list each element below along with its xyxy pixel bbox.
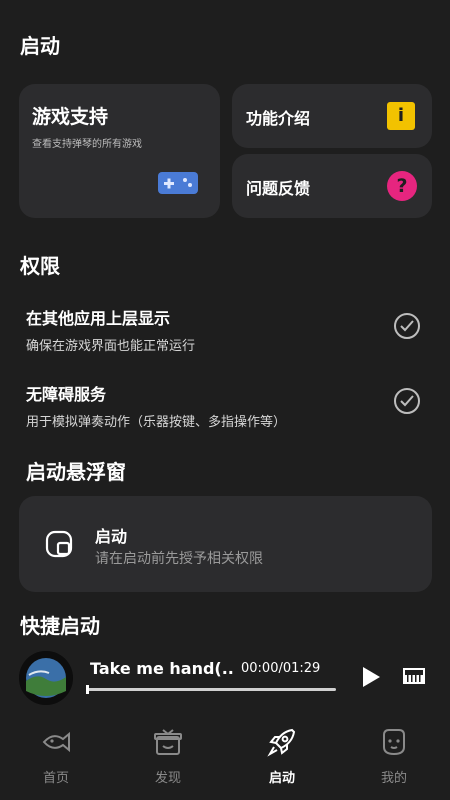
- floating-window-icon: [45, 530, 73, 558]
- nav-label-launch: 启动: [268, 771, 295, 786]
- section-title-launch: 启动: [20, 34, 60, 58]
- section-title-floating: 启动悬浮窗: [26, 460, 126, 484]
- permission-title: 无障碍服务: [26, 385, 107, 404]
- gift-icon: [153, 727, 183, 757]
- rocket-icon: [267, 727, 297, 757]
- face-icon: [379, 727, 409, 757]
- track-title: Take me hand(..: [90, 659, 234, 678]
- floating-launch-subtitle: 请在启动前先授予相关权限: [95, 551, 263, 567]
- floating-launch-title: 启动: [95, 527, 128, 546]
- nav-item-launch[interactable]: 启动: [226, 727, 338, 786]
- nav-item-discover[interactable]: 发现: [112, 727, 224, 786]
- permission-subtitle: 用于模拟弹奏动作（乐器按键、多指操作等）: [26, 415, 287, 430]
- section-title-quick: 快捷启动: [20, 614, 100, 638]
- game-support-title: 游戏支持: [32, 106, 109, 128]
- nav-label-discover: 发现: [154, 771, 181, 786]
- progress-handle[interactable]: [86, 685, 89, 694]
- nav-label-profile: 我的: [380, 771, 407, 786]
- section-title-permissions: 权限: [20, 254, 60, 278]
- play-icon[interactable]: [361, 666, 381, 688]
- floating-launch-card[interactable]: 启动 请在启动前先授予相关权限: [19, 496, 432, 592]
- album-cover[interactable]: [19, 651, 73, 705]
- features-title: 功能介绍: [246, 109, 311, 128]
- progress-track[interactable]: [86, 685, 336, 694]
- track-time: 00:00/01:29: [241, 661, 321, 676]
- permission-title: 在其他应用上层显示: [26, 309, 171, 328]
- features-card[interactable]: 功能介绍 i: [232, 84, 432, 148]
- fish-icon: [41, 727, 71, 757]
- bottom-nav: 首页 发现 启动 我的: [0, 715, 450, 800]
- check-circle-icon: [394, 388, 420, 414]
- help-icon: ?: [387, 171, 417, 201]
- gamepad-icon: [158, 172, 198, 194]
- game-support-subtitle: 查看支持弹琴的所有游戏: [32, 139, 142, 150]
- nav-label-home: 首页: [42, 771, 69, 786]
- permission-subtitle: 确保在游戏界面也能正常运行: [26, 339, 196, 354]
- faq-title: 问题反馈: [246, 179, 311, 198]
- check-circle-icon: [394, 313, 420, 339]
- nav-item-profile[interactable]: 我的: [338, 727, 450, 786]
- info-icon: i: [387, 102, 415, 130]
- permission-accessibility-row[interactable]: 无障碍服务 用于模拟弹奏动作（乐器按键、多指操作等）: [26, 381, 426, 431]
- permission-overlay-row[interactable]: 在其他应用上层显示 确保在游戏界面也能正常运行: [26, 305, 426, 355]
- mini-player[interactable]: Take me hand(.. 00:00/01:29: [0, 640, 450, 715]
- faq-card[interactable]: 问题反馈 ?: [232, 154, 432, 218]
- game-support-card[interactable]: 游戏支持 查看支持弹琴的所有游戏: [19, 84, 220, 218]
- piano-keyboard-icon[interactable]: [403, 668, 425, 684]
- nav-item-home[interactable]: 首页: [0, 727, 112, 786]
